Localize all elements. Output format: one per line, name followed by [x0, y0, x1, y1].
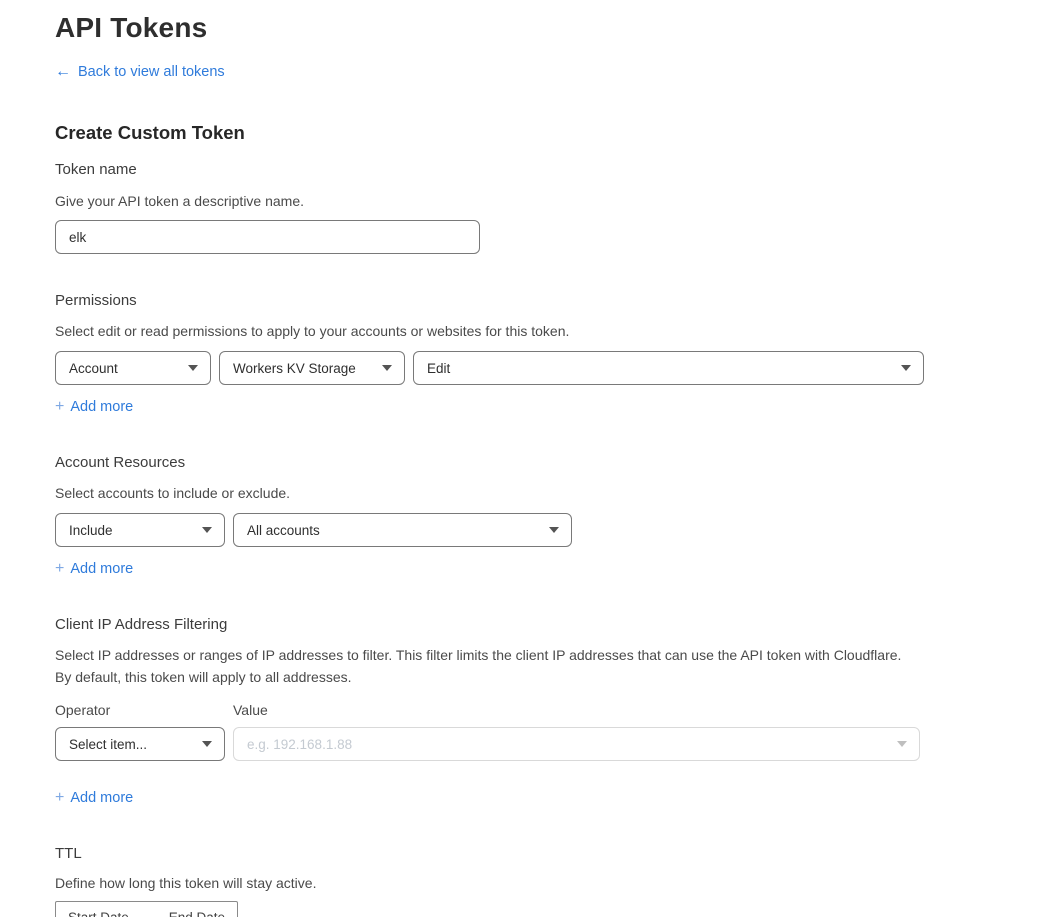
- ip-filtering-description: Select IP addresses or ranges of IP addr…: [55, 644, 913, 688]
- chevron-down-icon: [897, 741, 907, 747]
- permission-access-value: Edit: [427, 361, 450, 376]
- permission-category-select[interactable]: Workers KV Storage: [219, 351, 405, 385]
- plus-icon: +: [55, 790, 64, 806]
- plus-icon: +: [55, 399, 64, 415]
- page-title: API Tokens: [55, 10, 1043, 46]
- account-resources-label: Account Resources: [55, 454, 1043, 471]
- account-resources-accounts-value: All accounts: [247, 523, 320, 538]
- chevron-down-icon: [202, 527, 212, 533]
- permissions-add-more-button[interactable]: + Add more: [55, 399, 133, 415]
- permissions-label: Permissions: [55, 292, 1043, 309]
- arrow-right-icon: →: [142, 909, 156, 917]
- back-arrow-icon: ←: [55, 64, 71, 80]
- account-resources-mode-select[interactable]: Include: [55, 513, 225, 547]
- back-to-tokens-link[interactable]: ← Back to view all tokens: [55, 64, 225, 80]
- account-resources-add-more-button[interactable]: + Add more: [55, 561, 133, 577]
- ttl-section: TTL Define how long this token will stay…: [55, 845, 1043, 917]
- chevron-down-icon: [202, 741, 212, 747]
- ttl-description: Define how long this token will stay act…: [55, 872, 1043, 894]
- plus-icon: +: [55, 561, 64, 577]
- create-custom-token-heading: Create Custom Token: [55, 122, 1043, 144]
- permission-scope-select[interactable]: Account: [55, 351, 211, 385]
- permissions-controls-row: Account Workers KV Storage Edit: [55, 351, 1043, 385]
- token-name-input[interactable]: [55, 220, 480, 254]
- ip-filtering-controls-row: Select item...: [55, 727, 1043, 761]
- ip-operator-value: Select item...: [69, 737, 147, 752]
- ip-operator-select[interactable]: Select item...: [55, 727, 225, 761]
- ip-filtering-column-labels: Operator Value: [55, 702, 1043, 718]
- ip-filtering-add-more-button[interactable]: + Add more: [55, 790, 133, 806]
- back-link-label: Back to view all tokens: [78, 64, 225, 80]
- ttl-date-range-picker[interactable]: Start Date → End Date: [55, 901, 238, 917]
- permission-scope-value: Account: [69, 361, 118, 376]
- account-resources-description: Select accounts to include or exclude.: [55, 482, 1043, 504]
- account-resources-section: Account Resources Select accounts to inc…: [55, 454, 1043, 578]
- account-resources-controls-row: Include All accounts: [55, 513, 1043, 547]
- ip-filtering-label: Client IP Address Filtering: [55, 616, 1043, 633]
- add-more-label: Add more: [70, 561, 133, 577]
- token-name-description: Give your API token a descriptive name.: [55, 190, 1043, 212]
- ip-value-input[interactable]: [247, 737, 887, 752]
- ip-value-combobox[interactable]: [233, 727, 920, 761]
- ip-filtering-section: Client IP Address Filtering Select IP ad…: [55, 616, 1043, 807]
- permission-access-select[interactable]: Edit: [413, 351, 924, 385]
- operator-label: Operator: [55, 702, 233, 718]
- start-date-label: Start Date: [68, 910, 129, 917]
- api-tokens-page: API Tokens ← Back to view all tokens Cre…: [0, 0, 1043, 917]
- end-date-label: End Date: [169, 910, 225, 917]
- chevron-down-icon: [382, 365, 392, 371]
- chevron-down-icon: [188, 365, 198, 371]
- token-name-label: Token name: [55, 161, 1043, 178]
- chevron-down-icon: [549, 527, 559, 533]
- permission-category-value: Workers KV Storage: [233, 361, 356, 376]
- add-more-label: Add more: [70, 790, 133, 806]
- permissions-description: Select edit or read permissions to apply…: [55, 320, 1043, 342]
- value-label: Value: [233, 702, 268, 718]
- add-more-label: Add more: [70, 399, 133, 415]
- account-resources-mode-value: Include: [69, 523, 113, 538]
- ttl-label: TTL: [55, 845, 1043, 862]
- chevron-down-icon: [901, 365, 911, 371]
- permissions-section: Permissions Select edit or read permissi…: [55, 292, 1043, 416]
- account-resources-accounts-select[interactable]: All accounts: [233, 513, 572, 547]
- token-name-section: Token name Give your API token a descrip…: [55, 161, 1043, 254]
